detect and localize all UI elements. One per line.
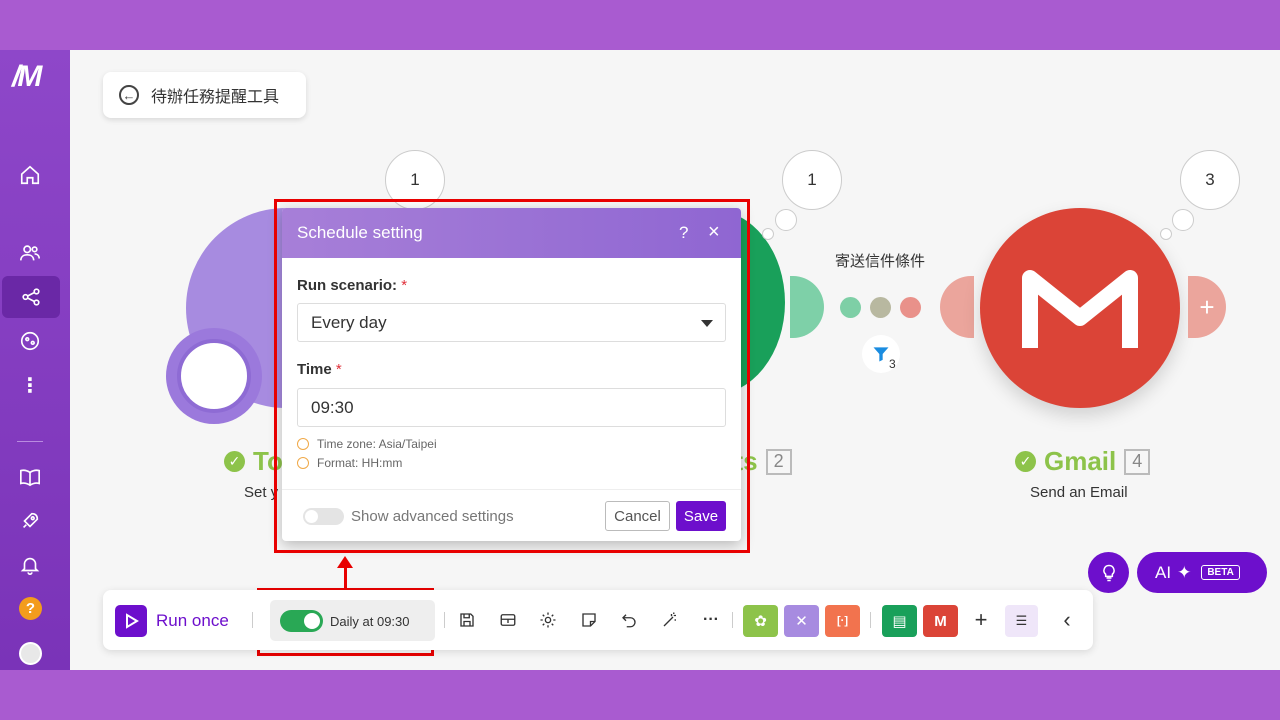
scenario-title: 待辦任務提醒工具: [151, 89, 280, 106]
add-plus-icon[interactable]: +: [970, 607, 992, 632]
avatar[interactable]: [19, 642, 42, 665]
route-dot: [870, 297, 891, 318]
schedule-toggle[interactable]: [280, 610, 323, 632]
schedule-toggle-group[interactable]: Daily at 09:30: [270, 600, 435, 641]
note-icon[interactable]: [578, 609, 600, 631]
thought-dot: [762, 228, 774, 240]
docs-book-icon[interactable]: [15, 462, 45, 492]
help-icon[interactable]: ?: [19, 597, 42, 620]
breadcrumb[interactable]: ← 待辦任務提醒工具: [103, 72, 306, 118]
more-horizontal-icon[interactable]: ···: [700, 609, 722, 631]
check-icon: ✓: [224, 451, 245, 472]
module-3-subtitle: Send an Email: [1030, 484, 1128, 501]
scenarios-icon[interactable]: [2, 276, 60, 318]
toolbar-divider: [252, 612, 253, 628]
highlight-box-dialog: [274, 199, 750, 553]
clock-face-icon: [177, 339, 251, 413]
notifications-bell-icon[interactable]: [15, 550, 45, 580]
team-icon[interactable]: [15, 238, 45, 268]
apps-icon[interactable]: [15, 326, 45, 356]
module-3-bubble[interactable]: 3: [1180, 150, 1240, 210]
rocket-icon[interactable]: [15, 506, 45, 536]
save-disk-icon[interactable]: [456, 609, 478, 631]
gmail-module[interactable]: [980, 208, 1180, 408]
route-dot: [900, 297, 921, 318]
magic-wand-icon[interactable]: [659, 609, 681, 631]
module-2-bubble[interactable]: 1: [782, 150, 842, 210]
annotation-arrow: [344, 566, 347, 588]
thought-dot: [775, 209, 797, 231]
task-list-icon[interactable]: ☰: [1005, 605, 1038, 637]
home-icon[interactable]: [15, 160, 45, 190]
toolbar-divider: [732, 612, 733, 628]
filter-label[interactable]: 寄送信件條件: [835, 250, 925, 271]
filter-funnel-icon[interactable]: 3: [862, 335, 900, 373]
back-arrow-icon[interactable]: ←: [119, 85, 139, 105]
run-once-button[interactable]: [115, 605, 147, 637]
run-once-label[interactable]: Run once: [156, 611, 229, 631]
tools-icon[interactable]: ✕: [784, 605, 819, 637]
thought-dot: [1172, 209, 1194, 231]
google-sheets-icon[interactable]: ▤: [882, 605, 917, 637]
undo-icon[interactable]: [618, 609, 640, 631]
ai-assistant-button[interactable]: AI ✦ BETA: [1137, 552, 1267, 593]
sidebar-divider: [17, 441, 43, 442]
toolbar-divider: [870, 612, 871, 628]
bottom-toolbar: Run once Daily at 09:30 ··· ✿ ✕ [·] ▤ M …: [103, 590, 1093, 650]
frame-top: [0, 0, 1280, 50]
make-logo-icon[interactable]: /M: [12, 60, 42, 94]
module-3-title[interactable]: ✓ Gmail 4: [1015, 446, 1151, 477]
flow-control-gear-icon[interactable]: ✿: [743, 605, 778, 637]
collapse-chevron-left-icon[interactable]: ‹: [1056, 607, 1078, 632]
gmail-icon[interactable]: M: [923, 605, 958, 637]
thought-dot: [1160, 228, 1172, 240]
lightbulb-icon[interactable]: [1088, 552, 1129, 593]
toolbar-divider: [444, 612, 445, 628]
frame-bottom: [0, 670, 1280, 720]
blueprint-icon[interactable]: [497, 609, 519, 631]
filter-count: 3: [889, 357, 896, 371]
route-dot: [840, 297, 861, 318]
play-icon: [126, 613, 139, 629]
gmail-logo-icon: [1022, 270, 1138, 348]
check-icon: ✓: [1015, 451, 1036, 472]
text-parser-icon[interactable]: [·]: [825, 605, 860, 637]
more-vertical-icon[interactable]: ⋮: [15, 370, 45, 400]
sparkle-icon: ✦: [1177, 562, 1192, 582]
schedule-label[interactable]: Daily at 09:30: [330, 614, 410, 629]
beta-badge: BETA: [1201, 565, 1240, 580]
gear-icon[interactable]: [537, 609, 559, 631]
annotation-arrow-head: [337, 556, 353, 568]
